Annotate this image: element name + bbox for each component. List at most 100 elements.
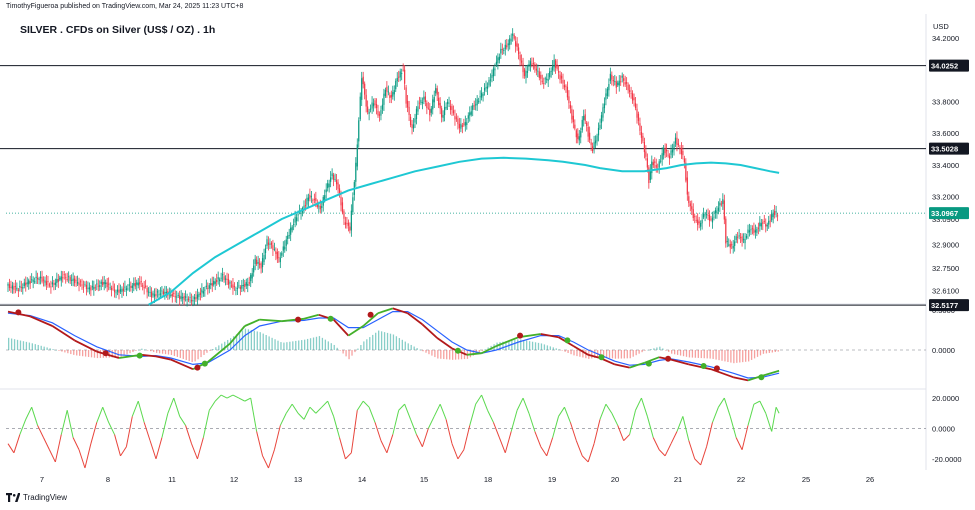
histogram-bar	[256, 331, 258, 350]
oscillator-segment	[262, 455, 269, 469]
histogram-bar	[679, 350, 682, 356]
candle-body	[420, 99, 422, 103]
candle-body	[507, 43, 509, 46]
candle-body	[164, 291, 166, 294]
histogram-bar	[608, 350, 611, 359]
candle-body	[689, 203, 691, 207]
oscillator-segment	[575, 440, 583, 457]
oscillator-segment	[125, 416, 133, 447]
candle-body	[90, 287, 92, 291]
candle-body	[261, 258, 264, 268]
histogram-bar	[138, 349, 140, 351]
candle-body	[349, 226, 351, 231]
candle-body	[337, 182, 339, 189]
histogram-bar	[173, 350, 176, 356]
histogram-bar	[126, 350, 128, 355]
candle-body	[637, 113, 640, 121]
histogram-bar	[386, 332, 389, 350]
oscillator-segment	[362, 400, 370, 408]
cross-up-marker	[700, 363, 707, 369]
candle-body	[634, 103, 637, 108]
cross-up-marker	[645, 360, 652, 367]
candle-body	[346, 223, 348, 224]
chart-canvas[interactable]: 34.025233.502832.517734.200033.800033.60…	[0, 0, 975, 510]
candle-body	[571, 109, 573, 120]
histogram-bar	[67, 350, 69, 354]
histogram-bar	[301, 340, 303, 350]
histogram-bar	[324, 339, 327, 350]
oscillator-segment	[350, 410, 358, 453]
candle-body	[260, 263, 262, 269]
histogram-bar	[573, 350, 575, 356]
histogram-bar	[336, 347, 338, 350]
oscillator-segment	[232, 394, 240, 399]
candle-body	[99, 285, 101, 287]
histogram-bar	[537, 342, 540, 350]
candle-body	[603, 103, 606, 109]
histogram-bar	[170, 350, 173, 355]
candle-body	[424, 96, 426, 102]
candle-body	[538, 71, 540, 78]
candle-body	[153, 294, 156, 297]
oscillator-segment	[386, 434, 394, 453]
candle-body	[250, 274, 252, 282]
candle-body	[609, 73, 611, 82]
histogram-bar	[431, 350, 433, 356]
histogram-bar	[318, 336, 321, 350]
histogram-bar	[363, 341, 365, 350]
histogram-bar	[546, 345, 549, 350]
candle-body	[352, 197, 354, 213]
candle-body	[368, 111, 370, 114]
histogram-bar	[632, 350, 634, 357]
histogram-bar	[567, 350, 569, 353]
histogram-bar	[366, 339, 368, 350]
oscillator-segment	[137, 400, 145, 423]
candle-body	[247, 284, 249, 286]
candle-body	[159, 293, 162, 295]
histogram-bar	[132, 350, 134, 353]
candle-body	[232, 284, 234, 289]
oscillator-segment	[741, 425, 749, 450]
candle-body	[381, 104, 384, 110]
candle-body	[177, 294, 179, 296]
candle-body	[356, 144, 358, 167]
candle-body	[365, 94, 367, 107]
histogram-bar	[706, 350, 708, 359]
histogram-bar	[277, 340, 279, 350]
histogram-bar	[401, 339, 403, 350]
oscillator-axis-tick: 20.0000	[932, 394, 959, 403]
candle-body	[486, 86, 489, 89]
candle-body	[85, 284, 88, 290]
candle-body	[442, 114, 444, 118]
candle-body	[201, 289, 203, 293]
candle-body	[472, 105, 474, 110]
histogram-bar	[611, 350, 614, 359]
oscillator-segment	[191, 443, 198, 460]
histogram-bar	[724, 350, 726, 362]
candle-body	[205, 285, 207, 287]
candle-body	[75, 280, 77, 282]
candle-body	[143, 286, 145, 289]
candle-body	[633, 97, 635, 101]
candle-body	[559, 74, 561, 80]
histogram-bar	[375, 332, 377, 350]
candle-body	[751, 228, 754, 230]
candle-body	[433, 97, 435, 103]
candle-body	[698, 221, 700, 224]
candle-body	[121, 288, 123, 292]
histogram-bar	[13, 339, 16, 350]
candle-body	[596, 135, 598, 142]
candle-body	[223, 276, 225, 280]
oscillator-segment	[309, 406, 317, 414]
oscillator-segment	[564, 407, 571, 423]
histogram-bar	[206, 350, 208, 353]
candle-body	[19, 285, 21, 288]
histogram-bar	[22, 341, 25, 350]
candle-body	[127, 288, 129, 290]
histogram-bar	[774, 350, 776, 353]
oscillator-segment	[60, 410, 68, 435]
candle-body	[643, 141, 645, 153]
candle-body	[467, 115, 469, 119]
candle-body	[774, 211, 776, 215]
histogram-bar	[668, 350, 670, 352]
